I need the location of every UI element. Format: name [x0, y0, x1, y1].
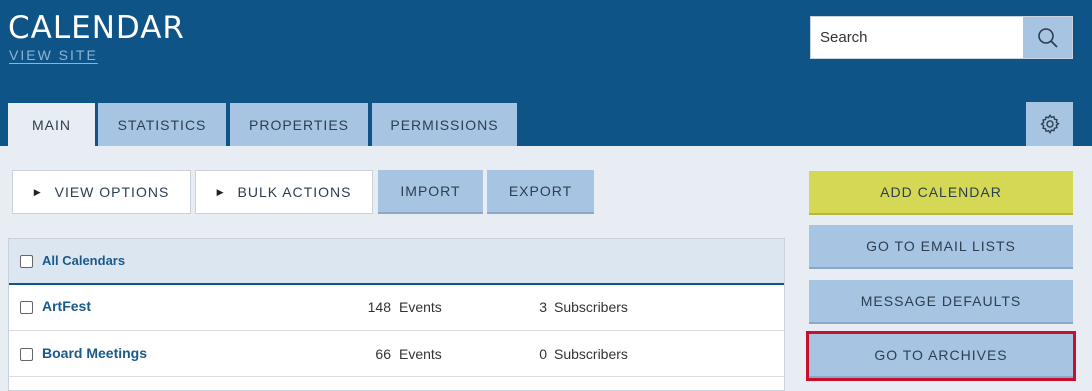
bulk-actions-button[interactable]: ▶ BULK ACTIONS	[195, 170, 373, 214]
search-input[interactable]	[811, 17, 1023, 58]
row-checkbox[interactable]	[20, 348, 33, 361]
table-row: Board Meetings 66 Events 0 Subscribers	[9, 331, 784, 377]
subscribers-count: 3	[539, 299, 547, 315]
events-count: 148	[367, 299, 391, 315]
export-button[interactable]: EXPORT	[487, 170, 594, 214]
tab-main[interactable]: MAIN	[8, 103, 95, 146]
bulk-actions-label: BULK ACTIONS	[237, 184, 352, 200]
highlight-box	[806, 331, 1076, 381]
settings-button[interactable]	[1026, 102, 1073, 146]
events-label: Events	[399, 299, 442, 315]
events-count: 66	[375, 346, 391, 362]
calendar-name-link[interactable]: ArtFest	[42, 298, 91, 314]
view-options-button[interactable]: ▶ VIEW OPTIONS	[12, 170, 191, 214]
search-button[interactable]	[1023, 17, 1072, 58]
events-label: Events	[399, 346, 442, 362]
subscribers-label: Subscribers	[554, 346, 628, 362]
tab-permissions[interactable]: PERMISSIONS	[372, 103, 517, 146]
import-button[interactable]: IMPORT	[378, 170, 483, 214]
tab-properties[interactable]: PROPERTIES	[230, 103, 368, 146]
caret-right-icon: ▶	[33, 186, 42, 197]
caret-right-icon: ▶	[216, 186, 225, 197]
select-all-checkbox[interactable]	[20, 255, 33, 268]
calendar-list: All Calendars ArtFest 148 Events 3 Subsc…	[8, 238, 785, 391]
view-options-label: VIEW OPTIONS	[54, 184, 170, 200]
table-row: ArtFest 148 Events 3 Subscribers	[9, 285, 784, 331]
add-calendar-button[interactable]: ADD CALENDAR	[809, 171, 1073, 215]
app-header: CALENDAR VIEW SITE MAIN STATISTICS PROPE…	[0, 0, 1092, 146]
page-title: CALENDAR	[8, 10, 185, 46]
select-all-label[interactable]: All Calendars	[42, 253, 125, 268]
calendar-name-link[interactable]: Board Meetings	[42, 345, 147, 361]
gear-icon	[1039, 114, 1060, 135]
calendar-list-header: All Calendars	[9, 239, 784, 285]
view-site-link[interactable]: VIEW SITE	[9, 47, 98, 63]
search-box	[810, 16, 1073, 59]
message-defaults-button[interactable]: MESSAGE DEFAULTS	[809, 280, 1073, 324]
row-checkbox[interactable]	[20, 301, 33, 314]
subscribers-count: 0	[539, 346, 547, 362]
tab-statistics[interactable]: STATISTICS	[98, 103, 226, 146]
search-icon	[1037, 27, 1058, 48]
go-to-email-lists-button[interactable]: GO TO EMAIL LISTS	[809, 225, 1073, 269]
subscribers-label: Subscribers	[554, 299, 628, 315]
